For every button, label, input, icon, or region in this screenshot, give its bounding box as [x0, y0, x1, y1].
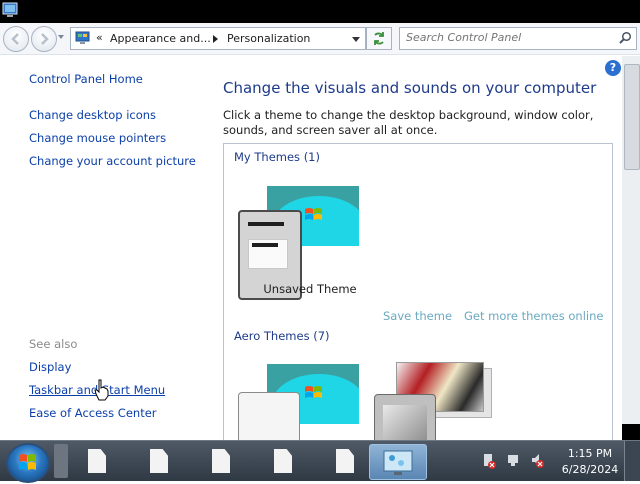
- breadcrumb-personalization[interactable]: Personalization: [227, 32, 310, 45]
- show-desktop-button[interactable]: [624, 441, 640, 481]
- aero-theme-windows-tile[interactable]: [238, 364, 362, 444]
- address-history-dropdown-icon[interactable]: [352, 37, 360, 42]
- network-icon[interactable]: [508, 455, 518, 466]
- windows-logo-icon: [19, 454, 36, 470]
- start-button[interactable]: [6, 443, 50, 483]
- taskbar-item[interactable]: [194, 444, 250, 478]
- ease-of-access-center-link[interactable]: Ease of Access Center: [29, 406, 157, 420]
- get-more-themes-online-link[interactable]: Get more themes online: [464, 309, 603, 323]
- control-panel-icon: [75, 31, 90, 44]
- see-also-heading: See also: [29, 337, 78, 351]
- breadcrumb-overflow[interactable]: «: [96, 31, 103, 44]
- back-arrow-icon: [11, 33, 19, 45]
- aero-themes-heading: Aero Themes (7): [234, 329, 330, 343]
- windows-logo-icon: [305, 386, 322, 398]
- display-link[interactable]: Display: [29, 360, 71, 374]
- forward-arrow-icon: [41, 33, 49, 45]
- document-icon: [336, 449, 354, 473]
- change-desktop-icons-link[interactable]: Change desktop icons: [29, 108, 156, 122]
- save-theme-link[interactable]: Save theme: [383, 309, 452, 323]
- change-mouse-pointers-link[interactable]: Change mouse pointers: [29, 131, 166, 145]
- document-icon: [212, 449, 230, 473]
- control-panel-home-link[interactable]: Control Panel Home: [29, 72, 143, 86]
- preview-window: [248, 239, 288, 269]
- title-bar: [0, 0, 640, 23]
- vertical-scrollbar[interactable]: [622, 56, 640, 440]
- unsaved-theme-tile[interactable]: Unsaved Theme: [238, 184, 362, 314]
- preview-window: [383, 405, 427, 444]
- search-input[interactable]: [403, 29, 614, 46]
- taskbar-item[interactable]: [70, 444, 126, 478]
- scrollbar-thumb[interactable]: [624, 64, 640, 170]
- document-icon: [274, 449, 292, 473]
- personalization-icon: [383, 450, 413, 475]
- page-title: Change the visuals and sounds on your co…: [223, 79, 597, 97]
- search-box[interactable]: [399, 27, 637, 50]
- action-center-icon[interactable]: [484, 454, 496, 469]
- clock-time[interactable]: 1:15 PM: [566, 447, 614, 460]
- taskbar-separator: [54, 444, 68, 478]
- preview-bar: [248, 222, 284, 226]
- windows-logo-icon: [305, 208, 322, 220]
- notification-area[interactable]: [478, 451, 558, 471]
- navigation-bar: « Appearance and... Personalization: [0, 23, 640, 55]
- refresh-icon: [374, 32, 384, 45]
- forward-button[interactable]: [31, 26, 57, 52]
- aero-theme-architecture-tile[interactable]: [374, 358, 494, 444]
- address-bar[interactable]: « Appearance and... Personalization: [70, 27, 366, 50]
- document-icon: [150, 449, 168, 473]
- theme-list: My Themes (1) Unsaved Theme Save theme G…: [223, 143, 613, 444]
- preview-bar: [252, 243, 278, 247]
- search-icon[interactable]: [618, 31, 633, 45]
- recent-pages-dropdown-icon[interactable]: [58, 35, 64, 39]
- scrollbar-corner: [622, 424, 640, 440]
- back-button[interactable]: [3, 26, 29, 52]
- change-account-picture-link[interactable]: Change your account picture: [29, 154, 196, 168]
- unsaved-theme-label: Unsaved Theme: [263, 282, 357, 296]
- refresh-button[interactable]: [366, 27, 392, 50]
- taskbar-item[interactable]: [132, 444, 188, 478]
- breadcrumb-appearance[interactable]: Appearance and...: [110, 32, 211, 45]
- clock-date[interactable]: 6/28/2024: [560, 463, 620, 476]
- page-description: Click a theme to change the desktop back…: [223, 108, 594, 137]
- taskbar-item[interactable]: [256, 444, 312, 478]
- hand-cursor-icon: [94, 379, 109, 401]
- control-panel-icon: [2, 2, 18, 17]
- window-color-preview: [238, 392, 300, 444]
- taskbar-item-personalization[interactable]: [369, 444, 427, 480]
- taskbar: 1:15 PM 6/28/2024: [0, 440, 640, 483]
- taskbar-item[interactable]: [318, 444, 374, 478]
- breadcrumb-separator-icon[interactable]: [213, 35, 218, 43]
- document-icon: [88, 449, 106, 473]
- window-color-preview: [374, 394, 436, 444]
- help-icon[interactable]: ?: [605, 60, 621, 76]
- my-themes-heading: My Themes (1): [234, 150, 320, 164]
- volume-icon[interactable]: [532, 454, 544, 468]
